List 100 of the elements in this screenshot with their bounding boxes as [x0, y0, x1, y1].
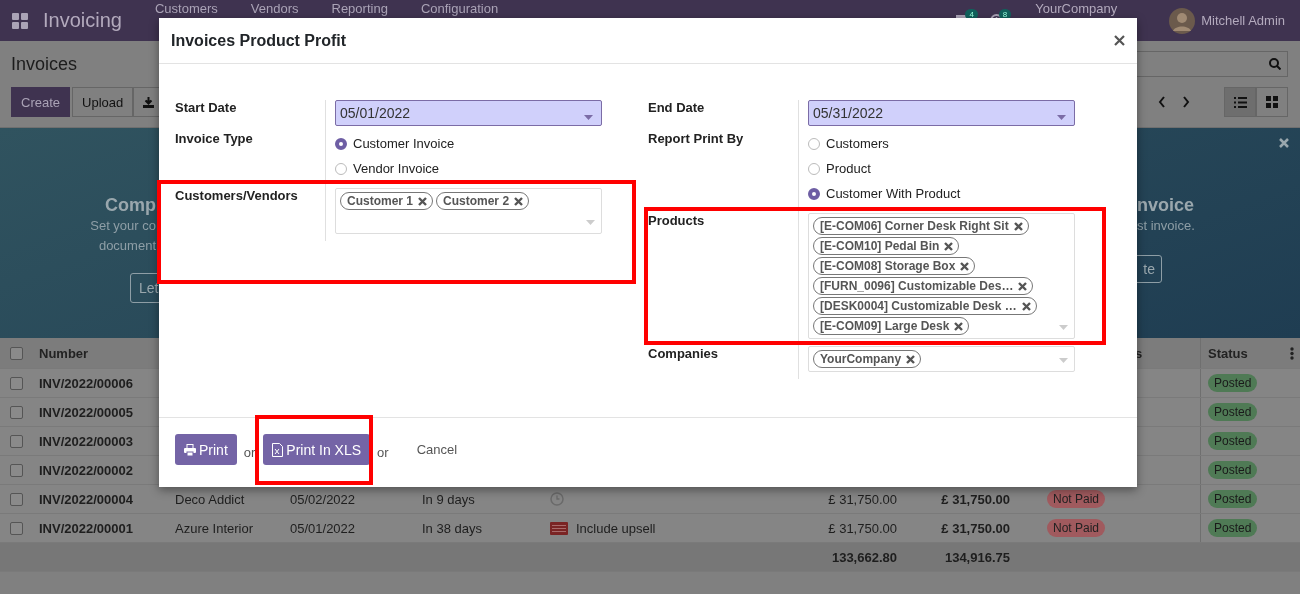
table-cell-text: INV/2022/00002	[38, 462, 133, 478]
radio-label[interactable]: Vendor Invoice	[353, 161, 439, 176]
table-cell: In 38 days	[422, 520, 482, 536]
caret-icon[interactable]	[584, 115, 593, 120]
app-title: Invoicing	[43, 9, 122, 32]
search-icon[interactable]	[1269, 58, 1281, 70]
tag-field[interactable]: [E-COM06] Corner Desk Right Sit [E-COM10] Pedal Bin [E-COM08] Storage Box [FURN_0096] Customizable Des… [DESK0004] Customizable Desk … [E-COM09] Large Desk	[808, 213, 1075, 339]
field-label: Report Print By	[648, 130, 744, 146]
remove-icon[interactable]	[960, 261, 970, 271]
table-cell: 05/01/2022	[290, 520, 356, 536]
radio-label[interactable]: Customer Invoice	[353, 136, 455, 151]
banner-title: Comp	[105, 194, 157, 216]
remove-icon[interactable]	[1021, 301, 1031, 311]
more-icon[interactable]	[1290, 346, 1294, 360]
row-checkbox[interactable]	[10, 521, 23, 535]
radio-label[interactable]: Customer With Product	[826, 186, 961, 201]
avatar-icon[interactable]	[1169, 7, 1196, 34]
caret-icon[interactable]	[1057, 115, 1066, 120]
radio-button[interactable]	[335, 137, 347, 150]
field-label: Customers/Vendors	[175, 187, 298, 203]
table-cell: £ 31,750.00	[941, 520, 1010, 536]
status-badge: Posted	[1208, 374, 1258, 392]
chevron-right-icon[interactable]	[1182, 96, 1190, 108]
payment-badge: Not Paid	[1047, 490, 1106, 508]
table-cell-text: INV/2022/00004	[38, 491, 133, 507]
cancel-button[interactable]: Cancel	[395, 434, 458, 465]
apps-icon[interactable]	[12, 12, 28, 29]
chevron-left-icon[interactable]	[1158, 96, 1166, 108]
table-cell: Deco Addict	[175, 491, 245, 507]
table-cell: In 9 days	[422, 491, 475, 507]
total-cell: 134,916.75	[944, 549, 1010, 565]
field-label: End Date	[648, 99, 705, 115]
menu-item[interactable]: Reporting	[331, 0, 388, 16]
column-header[interactable]: Status	[1208, 345, 1248, 361]
status-badge: Posted	[1208, 461, 1258, 479]
dialog-title: Invoices Product Profit	[171, 31, 347, 50]
printer-icon	[184, 443, 196, 456]
date-field[interactable]: 05/01/2022	[335, 100, 602, 126]
banner-text: document	[98, 237, 157, 255]
remove-icon[interactable]	[418, 196, 428, 206]
company-switcher[interactable]: YourCompany	[1035, 0, 1118, 16]
table-cell: 05/02/2022	[290, 491, 356, 507]
or-text: or	[243, 444, 256, 462]
print-xls-button[interactable]: Print In XLS	[263, 434, 371, 465]
upload-button[interactable]: Upload	[72, 87, 134, 117]
status-badge: Posted	[1208, 432, 1258, 450]
field-label: Start Date	[175, 99, 237, 115]
menu-item[interactable]: Vendors	[250, 0, 299, 16]
status-badge: Posted	[1208, 403, 1258, 421]
table-cell: Azure Interior	[175, 520, 254, 536]
field-label: Products	[648, 212, 705, 228]
table-cell-text: INV/2022/00006	[38, 375, 133, 391]
column-header[interactable]: Number	[39, 345, 89, 361]
menu-item[interactable]: Configuration	[420, 0, 499, 16]
remove-icon[interactable]	[906, 354, 916, 364]
radio-label[interactable]: Customers	[826, 136, 889, 151]
remove-icon[interactable]	[954, 321, 964, 331]
close-icon[interactable]	[1114, 35, 1125, 46]
table-cell: £ 31,750.00	[941, 491, 1010, 507]
table-cell: £ 31,750.00	[828, 520, 897, 536]
close-icon[interactable]	[1279, 138, 1289, 148]
page-title: Invoices	[11, 53, 78, 75]
banner-title: nvoice	[1136, 194, 1196, 216]
menu-item[interactable]: Customers	[154, 0, 218, 16]
table-cell: £ 31,750.00	[828, 491, 897, 507]
status-badge: Posted	[1208, 519, 1258, 537]
create-button[interactable]: Create	[11, 87, 71, 117]
table-cell-text: INV/2022/00005	[38, 404, 133, 420]
remove-icon[interactable]	[1013, 221, 1023, 231]
row-checkbox[interactable]	[10, 346, 23, 360]
list-view-button[interactable]	[1224, 87, 1256, 117]
tag-field[interactable]: Customer 1 Customer 2	[335, 188, 602, 234]
grid-icon	[1266, 96, 1278, 108]
banner-text: st invoice.	[1136, 217, 1196, 235]
remove-icon[interactable]	[944, 241, 954, 251]
tag-field[interactable]: YourCompany	[808, 346, 1075, 372]
banner-text: Set your co	[90, 217, 157, 235]
field-label: Companies	[648, 345, 719, 361]
user-menu[interactable]: Mitchell Admin	[1201, 13, 1285, 28]
payment-badge: Not Paid	[1047, 519, 1106, 537]
file-icon	[272, 442, 284, 457]
activity-summary: Include upsell	[576, 520, 656, 536]
print-button[interactable]: Print	[175, 434, 237, 465]
status-badge: Posted	[1208, 490, 1258, 508]
list-icon	[1233, 96, 1247, 108]
row-checkbox[interactable]	[10, 434, 23, 448]
row-checkbox[interactable]	[10, 492, 23, 506]
kanban-view-button[interactable]	[1256, 87, 1288, 117]
radio-label[interactable]: Product	[826, 161, 871, 176]
remove-icon[interactable]	[514, 196, 524, 206]
row-checkbox[interactable]	[10, 463, 23, 477]
table-cell-text: INV/2022/00003	[38, 433, 133, 449]
row-checkbox[interactable]	[10, 405, 23, 419]
date-field[interactable]: 05/31/2022	[808, 100, 1075, 126]
download-icon	[143, 96, 155, 108]
radio-button[interactable]	[808, 187, 820, 200]
or-text: or	[377, 444, 389, 462]
striped-card-icon[interactable]	[550, 521, 568, 535]
remove-icon[interactable]	[1018, 281, 1028, 291]
row-checkbox[interactable]	[10, 376, 23, 390]
